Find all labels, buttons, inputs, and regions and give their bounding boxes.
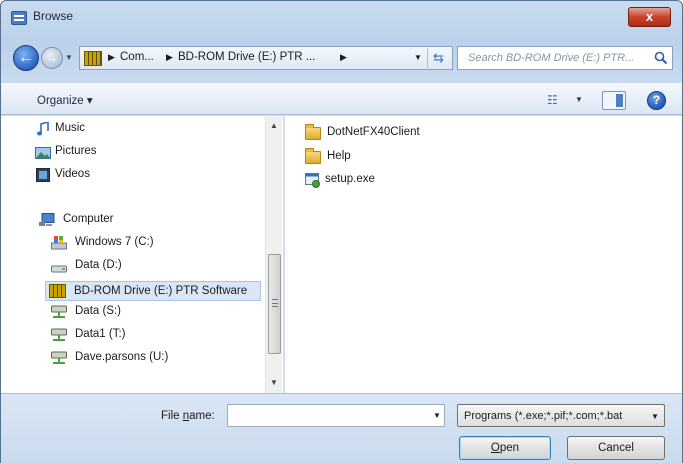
- windows-drive-icon: [51, 236, 67, 250]
- cancel-button[interactable]: Cancel: [567, 436, 665, 460]
- network-drive-icon: [51, 328, 67, 341]
- file-type-dropdown-icon[interactable]: ▼: [651, 412, 659, 421]
- address-dropdown-icon[interactable]: ▼: [414, 53, 422, 62]
- file-list: DotNetFX40Client Help setup.exe: [285, 116, 682, 393]
- file-name-label-prefix: File: [161, 410, 183, 422]
- open-access-key: O: [490, 442, 500, 454]
- nav-item-videos[interactable]: Videos: [36, 168, 90, 182]
- file-item-label: setup.exe: [325, 173, 375, 185]
- file-item-label: Help: [327, 150, 351, 162]
- videos-icon: [36, 168, 50, 182]
- search-placeholder: Search BD-ROM Drive (E:) PTR...: [468, 52, 635, 64]
- nav-item-data-d[interactable]: Data (D:): [51, 259, 122, 273]
- folder-icon: [305, 124, 321, 140]
- search-input[interactable]: Search BD-ROM Drive (E:) PTR...: [457, 46, 673, 70]
- help-button[interactable]: ?: [647, 91, 666, 110]
- navigation-bar: ← → ▼ ▶ Com... ▶ BD-ROM Drive (E:) PTR .…: [1, 35, 682, 81]
- bd-rom-drive-icon: [84, 51, 102, 66]
- nav-item-label: Windows 7 (C:): [75, 236, 154, 248]
- nav-item-label: Data (S:): [75, 305, 122, 317]
- grip-icon: [272, 299, 278, 307]
- exe-icon: [305, 173, 320, 188]
- nav-pane-scrollbar[interactable]: ▲ ▼: [265, 116, 282, 393]
- preview-pane-button[interactable]: [602, 91, 626, 110]
- nav-item-label: Computer: [63, 213, 114, 225]
- file-item-label: DotNetFX40Client: [327, 126, 420, 138]
- nav-item-pictures[interactable]: Pictures: [35, 145, 97, 159]
- views-icon[interactable]: ☷: [547, 93, 565, 107]
- bd-rom-drive-icon: [49, 284, 66, 298]
- hard-drive-icon: [51, 265, 67, 273]
- nav-item-bd-rom-drive[interactable]: BD-ROM Drive (E:) PTR Software: [45, 281, 261, 301]
- list-item[interactable]: DotNetFX40Client: [305, 124, 420, 140]
- window-icon: [11, 11, 27, 25]
- breadcrumb-computer[interactable]: Com...: [120, 51, 154, 63]
- views-dropdown-icon[interactable]: ▼: [575, 95, 583, 104]
- command-toolbar: Organize ▾ ☷ ▼ ?: [1, 83, 682, 115]
- nav-item-computer[interactable]: Computer: [39, 213, 114, 226]
- nav-item-data-s[interactable]: Data (S:): [51, 305, 122, 318]
- browse-dialog: Browse x ← → ▼ ▶ Com... ▶ BD-ROM Drive (…: [0, 0, 683, 463]
- nav-item-music[interactable]: Music: [37, 122, 86, 136]
- open-label: pen: [499, 442, 520, 454]
- list-item[interactable]: Help: [305, 148, 351, 164]
- file-name-label-suffix: ame:: [189, 410, 215, 422]
- window-title: Browse: [33, 9, 74, 23]
- back-button[interactable]: ←: [13, 45, 39, 71]
- close-button[interactable]: x: [628, 7, 671, 27]
- nav-item-dave-parsons-u[interactable]: Dave.parsons (U:): [51, 351, 169, 364]
- nav-item-label: Videos: [55, 168, 90, 180]
- scroll-up-icon[interactable]: ▲: [270, 121, 278, 130]
- list-item[interactable]: setup.exe: [305, 173, 375, 188]
- chevron-right-icon[interactable]: ▶: [166, 52, 173, 63]
- nav-item-data1-t[interactable]: Data1 (T:): [51, 328, 126, 341]
- pictures-icon: [35, 147, 51, 159]
- dialog-footer: File name: ▼ Programs (*.exe;*.pif;*.com…: [1, 393, 682, 463]
- open-button[interactable]: Open: [459, 436, 551, 460]
- history-dropdown-icon[interactable]: ▼: [65, 53, 73, 62]
- file-name-input[interactable]: ▼: [227, 404, 445, 427]
- network-drive-icon: [51, 305, 67, 318]
- navigation-pane: Music Pictures Videos Computer Windows 7…: [1, 116, 284, 393]
- file-type-select[interactable]: Programs (*.exe;*.pif;*.com;*.bat ▼: [457, 404, 665, 427]
- search-icon[interactable]: [654, 51, 668, 65]
- nav-item-label: BD-ROM Drive (E:) PTR Software: [74, 285, 248, 297]
- forward-button[interactable]: →: [41, 47, 63, 69]
- scroll-down-icon[interactable]: ▼: [270, 378, 278, 387]
- nav-item-label: Dave.parsons (U:): [75, 351, 169, 363]
- nav-item-label: Data1 (T:): [75, 328, 126, 340]
- address-bar[interactable]: ▶ Com... ▶ BD-ROM Drive (E:) PTR ... ▶ ▼: [79, 46, 453, 70]
- chevron-right-icon[interactable]: ▶: [108, 52, 115, 63]
- nav-item-label: Pictures: [55, 145, 97, 157]
- chevron-right-icon[interactable]: ▶: [340, 52, 347, 63]
- folder-icon: [305, 148, 321, 164]
- music-icon: [37, 122, 49, 136]
- file-name-dropdown-icon[interactable]: ▼: [433, 411, 441, 420]
- file-name-label: File name:: [161, 410, 215, 422]
- computer-icon: [39, 213, 55, 226]
- nav-item-label: Data (D:): [75, 259, 122, 271]
- nav-item-windows-drive[interactable]: Windows 7 (C:): [51, 236, 154, 250]
- breadcrumb-bd-rom-drive[interactable]: BD-ROM Drive (E:) PTR ...: [178, 51, 315, 63]
- file-type-value: Programs (*.exe;*.pif;*.com;*.bat: [464, 410, 623, 422]
- title-bar[interactable]: Browse x: [1, 1, 682, 33]
- network-drive-icon: [51, 351, 67, 364]
- scrollbar-thumb[interactable]: [268, 254, 281, 354]
- nav-item-label: Music: [55, 122, 86, 134]
- refresh-button[interactable]: ⇆: [427, 48, 449, 68]
- organize-menu[interactable]: Organize ▾: [37, 93, 93, 107]
